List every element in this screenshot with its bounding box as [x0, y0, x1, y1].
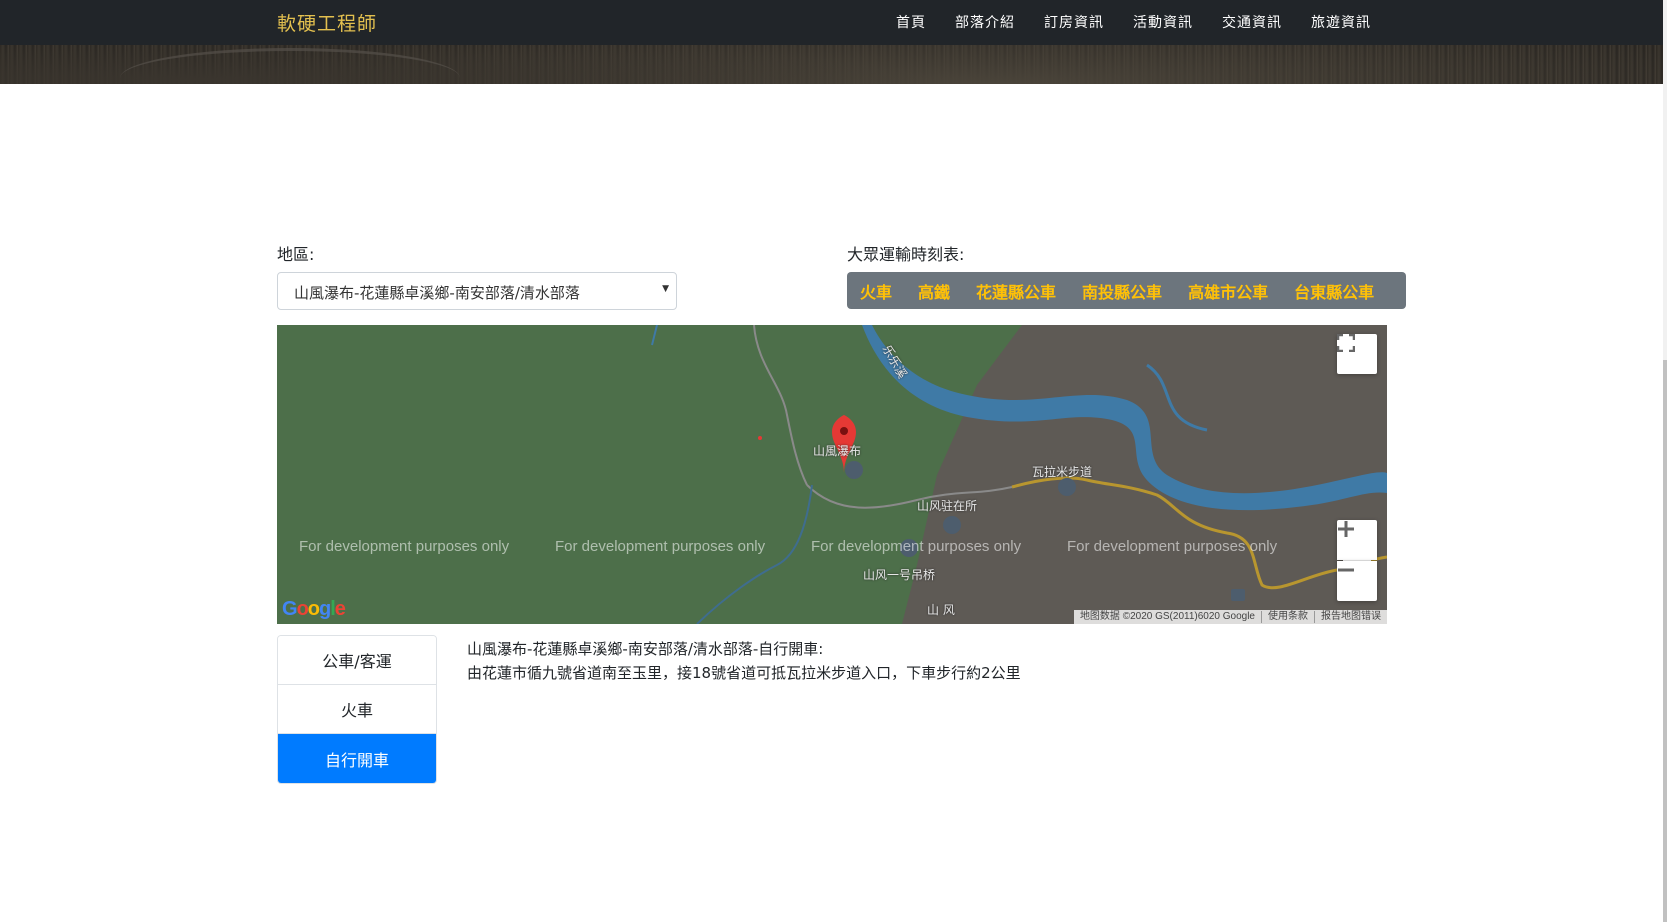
map-label-police-station: 山风驻在所 — [917, 499, 978, 513]
directions-body: 由花蓮市循九號省道南至玉里，接18號省道可抵瓦拉米步道入口，下車步行約2公里 — [467, 664, 1021, 682]
page-scrollbar[interactable] — [1663, 0, 1667, 922]
tab-self-drive[interactable]: 自行開車 — [278, 734, 436, 783]
transit-link-hualien-bus[interactable]: 花蓮縣公車 — [976, 279, 1056, 303]
nav-link-booking[interactable]: 訂房資訊 — [1044, 12, 1104, 32]
transit-link-hsr[interactable]: 高鐵 — [918, 279, 950, 303]
transit-link-train[interactable]: 火車 — [860, 279, 892, 303]
navbar: 軟硬工程師 首頁 部落介紹 訂房資訊 活動資訊 交通資訊 旅遊資訊 — [0, 0, 1663, 45]
map-label-walami-trail: 瓦拉米步道 — [1032, 465, 1093, 479]
page: 軟硬工程師 首頁 部落介紹 訂房資訊 活動資訊 交通資訊 旅遊資訊 地區: 山風… — [0, 0, 1667, 922]
transit-link-bar: 火車 高鐵 花蓮縣公車 南投縣公車 高雄市公車 台東縣公車 — [847, 272, 1406, 309]
dev-watermark: For development purposes only — [1067, 538, 1278, 555]
minus-icon — [1338, 568, 1354, 572]
map-label-suspension-bridge: 山风一号吊桥 — [863, 568, 936, 582]
map-label-shanfeng: 山 风 — [927, 603, 955, 617]
nav-link-home[interactable]: 首頁 — [896, 12, 926, 32]
dev-watermark: For development purposes only — [299, 538, 510, 555]
region-label: 地區: — [277, 245, 315, 264]
chevron-down-icon: ▼ — [662, 284, 669, 294]
rail-track-image — [120, 48, 460, 108]
transport-tab-list: 公車/客運 火車 自行開車 — [277, 635, 437, 784]
tab-train[interactable]: 火車 — [278, 685, 436, 734]
region-select[interactable]: 山風瀑布-花蓮縣卓溪鄉-南安部落/清水部落 ▼ — [277, 272, 677, 310]
fullscreen-icon — [1337, 334, 1355, 352]
scrollbar-thumb[interactable] — [1663, 360, 1667, 922]
transit-label: 大眾運輸時刻表: — [847, 245, 965, 264]
dev-watermark: For development purposes only — [811, 538, 1022, 555]
map-tiles — [277, 325, 1387, 624]
map-data-credit: 地图数据 ©2020 GS(2011)6020 Google — [1079, 611, 1255, 622]
map-footer: 地图数据 ©2020 GS(2011)6020 Google 使用条款 报告地图… — [1073, 610, 1387, 624]
tab-bus[interactable]: 公車/客運 — [278, 636, 436, 685]
region-select-value: 山風瀑布-花蓮縣卓溪鄉-南安部落/清水部落 — [294, 284, 580, 302]
directions-title: 山風瀑布-花蓮縣卓溪鄉-南安部落/清水部落-自行開車: — [467, 640, 824, 658]
transit-link-taitung-bus[interactable]: 台東縣公車 — [1294, 279, 1374, 303]
nav-link-travel[interactable]: 旅遊資訊 — [1311, 12, 1371, 32]
directions-description: 山風瀑布-花蓮縣卓溪鄉-南安部落/清水部落-自行開車: 由花蓮市循九號省道南至玉… — [467, 637, 1021, 685]
nav-link-transport[interactable]: 交通資訊 — [1222, 12, 1282, 32]
google-logo[interactable]: Google — [282, 598, 346, 621]
brand-logo[interactable]: 軟硬工程師 — [277, 9, 377, 36]
plus-icon — [1338, 521, 1354, 537]
nav-link-tribe[interactable]: 部落介紹 — [955, 12, 1015, 32]
transit-link-nantou-bus[interactable]: 南投縣公車 — [1082, 279, 1162, 303]
report-error-link[interactable]: 报告地图错误 — [1314, 611, 1387, 623]
zoom-in-button[interactable] — [1337, 520, 1377, 560]
nav-link-events[interactable]: 活動資訊 — [1133, 12, 1193, 32]
terms-link[interactable]: 使用条款 — [1261, 611, 1314, 623]
zoom-out-button[interactable] — [1337, 561, 1377, 601]
dev-watermark: For development purposes only — [555, 538, 766, 555]
nav-links: 首頁 部落介紹 訂房資訊 活動資訊 交通資訊 旅遊資訊 — [896, 12, 1400, 32]
fullscreen-button[interactable] — [1337, 334, 1377, 374]
transit-link-kaohsiung-bus[interactable]: 高雄市公車 — [1188, 279, 1268, 303]
google-map[interactable]: 山風瀑布 瓦拉米步道 山风驻在所 山风一号吊桥 山 风 乐乐溪 For deve… — [277, 325, 1387, 624]
map-label-waterfall: 山風瀑布 — [813, 444, 862, 458]
